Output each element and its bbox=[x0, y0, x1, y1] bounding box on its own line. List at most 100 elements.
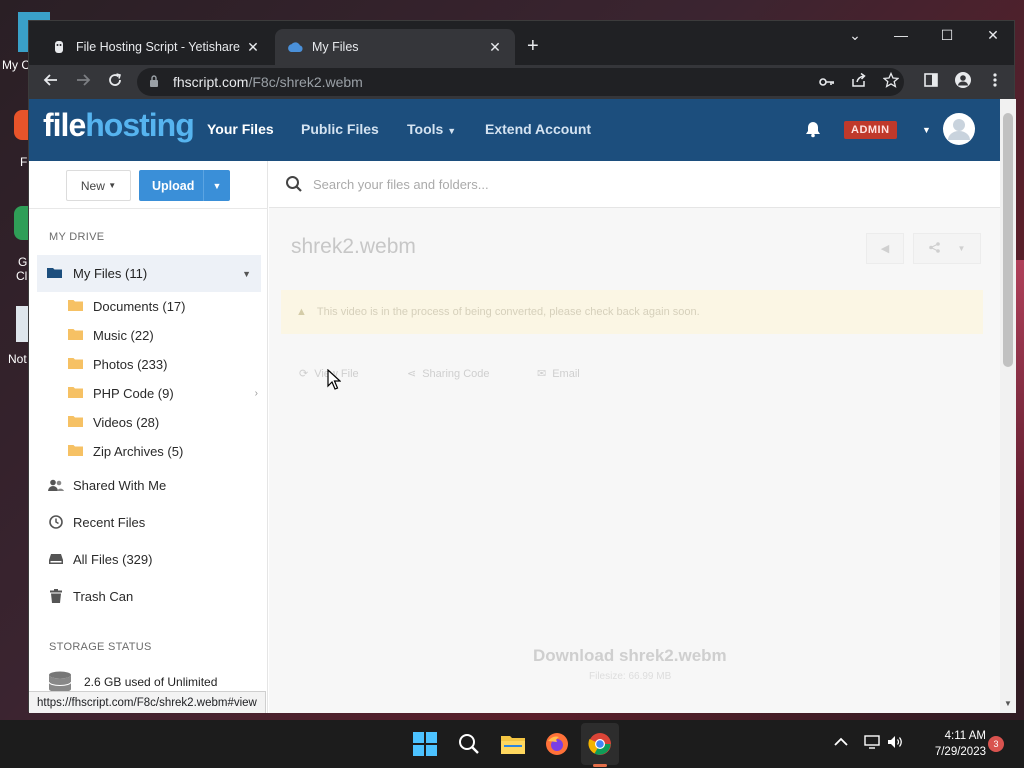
sidebar-item-my-files[interactable]: My Files (11) ▼ bbox=[37, 255, 261, 292]
sidebar-item-label: Trash Can bbox=[73, 588, 134, 604]
network-icon[interactable] bbox=[864, 735, 880, 752]
kebab-menu-icon[interactable] bbox=[985, 72, 1005, 92]
sidebar-folder-zip-archives[interactable]: Zip Archives (5) bbox=[68, 440, 258, 462]
address-bar[interactable]: fhscript.com/F8c/shrek2.webm bbox=[137, 68, 904, 96]
warning-icon: ▲ bbox=[296, 306, 307, 318]
lock-icon[interactable] bbox=[149, 74, 163, 90]
browser-toolbar: fhscript.com/F8c/shrek2.webm bbox=[29, 65, 1014, 99]
sidebar-item-shared[interactable]: Shared With Me bbox=[48, 474, 258, 496]
tab-label: Sharing Code bbox=[422, 367, 490, 380]
sidebar-item-label: Documents (17) bbox=[93, 298, 186, 314]
search-icon[interactable] bbox=[456, 731, 482, 757]
profile-icon[interactable] bbox=[953, 72, 973, 92]
tab-close-icon[interactable]: ✕ bbox=[487, 39, 503, 56]
user-avatar-icon[interactable] bbox=[943, 113, 975, 145]
sidebar-item-label: Photos (233) bbox=[93, 356, 168, 372]
url-host: fhscript.com bbox=[173, 74, 249, 90]
sidebar-divider bbox=[29, 208, 268, 209]
firefox-icon[interactable] bbox=[544, 731, 570, 757]
download-title[interactable]: Download shrek2.webm bbox=[533, 646, 727, 666]
chevron-up-icon[interactable] bbox=[834, 735, 848, 750]
scrollbar-thumb[interactable] bbox=[1003, 113, 1013, 367]
view-file-icon: ⟳ bbox=[299, 368, 309, 380]
volume-icon[interactable] bbox=[887, 735, 903, 752]
back-arrow-icon[interactable] bbox=[41, 72, 61, 92]
nav-extend-account[interactable]: Extend Account bbox=[485, 121, 591, 137]
folder-icon bbox=[68, 415, 84, 430]
download-filesize: Filesize: 66.99 MB bbox=[589, 671, 672, 682]
new-tab-button[interactable]: + bbox=[527, 36, 539, 56]
storage-status: 2.6 GB used of Unlimited bbox=[48, 671, 217, 693]
minimize-button[interactable]: — bbox=[878, 27, 924, 43]
sidebar-item-label: Recent Files bbox=[73, 514, 146, 530]
browser-window: File Hosting Script - Yetishare ✕ My Fil… bbox=[28, 20, 1016, 713]
users-icon bbox=[48, 479, 64, 492]
sidebar-folder-videos[interactable]: Videos (28) bbox=[68, 411, 258, 433]
chevron-right-icon[interactable]: › bbox=[255, 388, 258, 399]
database-icon bbox=[48, 671, 72, 693]
tab-email[interactable]: ✉ Email bbox=[537, 367, 580, 381]
caret-down-icon[interactable]: ▼ bbox=[922, 125, 931, 135]
back-button[interactable]: ◀ bbox=[866, 233, 904, 264]
tab-sharing-code[interactable]: ⋖ Sharing Code bbox=[407, 367, 490, 381]
bookmark-star-icon[interactable] bbox=[881, 71, 901, 92]
sidebar-item-trash[interactable]: Trash Can bbox=[48, 585, 258, 607]
filehosting-logo[interactable]: filehosting bbox=[43, 107, 195, 144]
my-drive-heading: MY DRIVE bbox=[49, 231, 105, 243]
sidebar-folder-php-code[interactable]: PHP Code (9) › bbox=[68, 382, 258, 404]
sidebar-item-label: Music (22) bbox=[93, 327, 154, 343]
caret-down-icon: ▼ bbox=[957, 244, 966, 253]
search-icon[interactable] bbox=[285, 175, 303, 193]
password-key-icon[interactable] bbox=[817, 72, 837, 92]
page-scrollbar[interactable]: ▼ bbox=[1000, 99, 1016, 713]
tab-close-icon[interactable]: ✕ bbox=[245, 39, 261, 56]
share-icon[interactable] bbox=[849, 72, 869, 92]
sidebar-item-all-files[interactable]: All Files (329) bbox=[48, 548, 258, 570]
sidebar-item-recent[interactable]: Recent Files bbox=[48, 511, 258, 533]
nav-public-files[interactable]: Public Files bbox=[301, 121, 379, 137]
tab-yetishare[interactable]: File Hosting Script - Yetishare ✕ bbox=[39, 29, 273, 65]
sidebar-item-label: PHP Code (9) bbox=[93, 385, 174, 401]
clock-icon bbox=[48, 515, 64, 529]
new-button[interactable]: New ▼ bbox=[66, 170, 131, 201]
folder-icon bbox=[68, 357, 84, 372]
sidebar-item-label: Videos (28) bbox=[93, 414, 160, 430]
side-panel-icon[interactable] bbox=[921, 72, 941, 92]
search-input[interactable] bbox=[313, 176, 713, 192]
scroll-down-arrow-icon[interactable]: ▼ bbox=[1003, 699, 1013, 708]
admin-badge[interactable]: ADMIN bbox=[844, 121, 897, 139]
nav-tools[interactable]: Tools ▼ bbox=[407, 121, 456, 137]
forward-arrow-icon[interactable] bbox=[73, 72, 93, 92]
hard-drive-icon bbox=[48, 553, 64, 565]
link-status-bar: https://fhscript.com/F8c/shrek2.webm#vie… bbox=[29, 691, 266, 713]
system-clock[interactable]: 4:11 AM 7/29/2023 bbox=[912, 728, 986, 760]
file-explorer-icon[interactable] bbox=[500, 731, 526, 757]
sidebar-folder-music[interactable]: Music (22) bbox=[68, 324, 258, 346]
maximize-button[interactable]: ☐ bbox=[924, 27, 970, 44]
bell-icon[interactable] bbox=[804, 120, 822, 138]
folder-icon bbox=[68, 328, 84, 343]
folder-icon bbox=[68, 444, 84, 459]
nav-tools-label: Tools bbox=[407, 121, 444, 137]
sidebar-folder-photos[interactable]: Photos (233) bbox=[68, 353, 258, 375]
notice-text: This video is in the process of being co… bbox=[316, 306, 700, 318]
sidebar-folder-documents[interactable]: Documents (17) bbox=[68, 295, 258, 317]
close-window-button[interactable]: ✕ bbox=[970, 27, 1016, 44]
notification-badge[interactable]: 3 bbox=[988, 736, 1004, 752]
tab-search-button[interactable]: ⌄ bbox=[832, 27, 878, 44]
reload-icon[interactable] bbox=[105, 72, 125, 92]
clock-date: 7/29/2023 bbox=[934, 746, 986, 758]
chrome-icon[interactable] bbox=[587, 731, 613, 757]
nav-your-files[interactable]: Your Files bbox=[207, 121, 274, 137]
chevron-down-icon[interactable]: ▼ bbox=[242, 269, 251, 279]
share-dropdown-button[interactable]: ▼ bbox=[913, 233, 981, 264]
upload-dropdown-caret-icon[interactable]: ▼ bbox=[203, 170, 230, 201]
storage-text: 2.6 GB used of Unlimited bbox=[84, 675, 218, 689]
caret-down-icon: ▼ bbox=[108, 181, 117, 190]
desktop-icon-label: My C bbox=[2, 58, 30, 72]
tab-my-files[interactable]: My Files ✕ bbox=[275, 29, 515, 65]
windows-taskbar: 4:11 AM 7/29/2023 bbox=[0, 720, 1024, 768]
windows-start-icon[interactable] bbox=[412, 731, 438, 757]
upload-button[interactable]: Upload ▼ bbox=[139, 170, 230, 201]
tab-label: Email bbox=[552, 367, 580, 380]
